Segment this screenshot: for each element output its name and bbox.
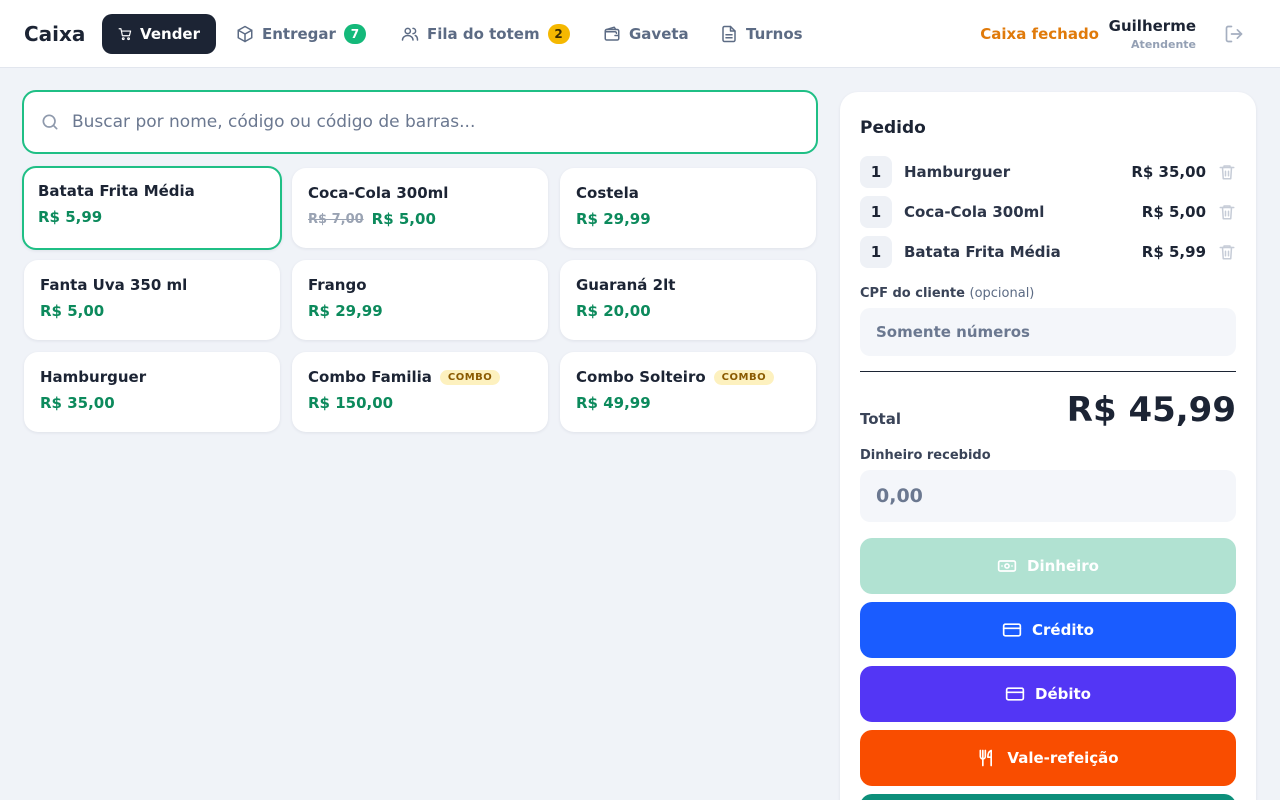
product-name: Batata Frita Média bbox=[38, 182, 195, 200]
item-price: R$ 35,00 bbox=[1131, 163, 1206, 181]
product-name-text: Combo Familia bbox=[308, 368, 432, 386]
product-price: R$ 150,00 bbox=[308, 394, 394, 412]
trash-icon[interactable] bbox=[1218, 243, 1236, 261]
product-card[interactable]: Coca-Cola 300ml R$ 7,00 R$ 5,00 bbox=[292, 168, 548, 248]
product-old-price: R$ 7,00 bbox=[308, 211, 364, 227]
cpf-optional-hint: (opcional) bbox=[969, 286, 1035, 301]
product-price: R$ 49,99 bbox=[576, 394, 651, 412]
product-name: Fanta Uva 350 ml bbox=[40, 276, 188, 294]
order-item: 1 Coca-Cola 300ml R$ 5,00 bbox=[860, 196, 1236, 228]
tab-gaveta[interactable]: Gaveta bbox=[587, 14, 705, 54]
order-title: Pedido bbox=[860, 118, 926, 138]
cutlery-icon bbox=[979, 749, 993, 767]
count-badge: 7 bbox=[343, 24, 366, 44]
product-price: R$ 5,00 bbox=[371, 210, 436, 228]
wallet-icon bbox=[604, 26, 620, 41]
count-badge: 2 bbox=[547, 24, 570, 44]
product-name: Combo Solteiro COMBO bbox=[576, 368, 800, 386]
pay-more-button[interactable] bbox=[860, 794, 1236, 800]
payment-label: Débito bbox=[1035, 685, 1091, 703]
product-price: R$ 5,99 bbox=[38, 208, 103, 226]
product-card[interactable]: Fanta Uva 350 ml R$ 5,00 bbox=[24, 260, 280, 340]
product-price: R$ 5,00 bbox=[40, 302, 105, 320]
item-price: R$ 5,00 bbox=[1141, 203, 1206, 221]
cash-icon bbox=[997, 560, 1017, 572]
cashier-status: Caixa fechado bbox=[980, 25, 1099, 43]
cpf-input[interactable] bbox=[860, 308, 1236, 356]
pay-cash-button[interactable]: Dinheiro bbox=[860, 538, 1236, 594]
product-card[interactable]: Combo Familia COMBO R$ 150,00 bbox=[292, 352, 548, 432]
total-value: R$ 45,99 bbox=[1066, 390, 1236, 430]
order-panel: Pedido 1 Hamburguer R$ 35,00 1 Coca-Cola… bbox=[840, 92, 1256, 800]
payment-label: Dinheiro bbox=[1027, 557, 1099, 575]
debit-card-icon bbox=[1005, 687, 1025, 701]
product-name: Guaraná 2lt bbox=[576, 276, 676, 294]
search-icon bbox=[42, 114, 58, 130]
product-card[interactable]: Combo Solteiro COMBO R$ 49,99 bbox=[560, 352, 816, 432]
product-price: R$ 29,99 bbox=[308, 302, 383, 320]
product-name: Costela bbox=[576, 184, 639, 202]
document-icon bbox=[722, 25, 736, 43]
pay-debit-button[interactable]: Débito bbox=[860, 666, 1236, 722]
product-name: Frango bbox=[308, 276, 367, 294]
cart-icon bbox=[118, 28, 132, 41]
combo-badge: COMBO bbox=[439, 369, 501, 385]
tab-label: Fila do totem bbox=[427, 25, 540, 43]
cash-received-input[interactable] bbox=[860, 470, 1236, 522]
product-name-text: Combo Solteiro bbox=[576, 368, 706, 386]
payment-label: Crédito bbox=[1032, 621, 1094, 639]
top-navbar: Caixa Vender Entregar 7 Fila do totem 2 … bbox=[0, 0, 1280, 68]
tab-label: Entregar bbox=[262, 25, 336, 43]
product-name: Combo Familia COMBO bbox=[308, 368, 532, 386]
user-info: Guilherme Atendente bbox=[1109, 17, 1196, 51]
search-input[interactable] bbox=[72, 112, 792, 132]
item-quantity[interactable]: 1 bbox=[860, 156, 892, 188]
user-role: Atendente bbox=[1131, 38, 1196, 51]
item-quantity[interactable]: 1 bbox=[860, 236, 892, 268]
credit-card-icon bbox=[1002, 623, 1022, 637]
payment-label: Vale-refeição bbox=[1007, 749, 1119, 767]
product-price: R$ 29,99 bbox=[576, 210, 651, 228]
cpf-label: CPF do cliente (opcional) bbox=[860, 286, 1034, 301]
product-name: Coca-Cola 300ml bbox=[308, 184, 449, 202]
tab-vender[interactable]: Vender bbox=[102, 14, 216, 54]
logout-icon[interactable] bbox=[1224, 24, 1244, 44]
tab-label: Vender bbox=[140, 25, 200, 43]
item-name: Batata Frita Média bbox=[904, 243, 1061, 261]
product-name: Hamburguer bbox=[40, 368, 147, 386]
tab-entregar[interactable]: Entregar 7 bbox=[220, 14, 382, 54]
item-quantity[interactable]: 1 bbox=[860, 196, 892, 228]
product-card[interactable]: Costela R$ 29,99 bbox=[560, 168, 816, 248]
user-name: Guilherme bbox=[1108, 17, 1196, 35]
product-card[interactable]: Hamburguer R$ 35,00 bbox=[24, 352, 280, 432]
product-price: R$ 20,00 bbox=[576, 302, 651, 320]
tab-fila-do-totem[interactable]: Fila do totem 2 bbox=[385, 14, 586, 54]
cash-received-label: Dinheiro recebido bbox=[860, 448, 991, 463]
item-name: Coca-Cola 300ml bbox=[904, 203, 1045, 221]
product-card[interactable]: Guaraná 2lt R$ 20,00 bbox=[560, 260, 816, 340]
total-label: Total bbox=[860, 410, 901, 428]
tab-label: Turnos bbox=[746, 25, 803, 43]
combo-badge: COMBO bbox=[713, 369, 775, 385]
package-icon bbox=[237, 25, 253, 43]
product-price: R$ 35,00 bbox=[40, 394, 115, 412]
users-icon bbox=[401, 27, 419, 41]
product-card[interactable]: Batata Frita Média R$ 5,99 bbox=[22, 166, 282, 250]
order-item: 1 Hamburguer R$ 35,00 bbox=[860, 156, 1236, 188]
product-card[interactable]: Frango R$ 29,99 bbox=[292, 260, 548, 340]
trash-icon[interactable] bbox=[1218, 163, 1236, 181]
product-search[interactable] bbox=[22, 90, 818, 154]
pay-credit-button[interactable]: Crédito bbox=[860, 602, 1236, 658]
cpf-label-text: CPF do cliente bbox=[860, 286, 965, 301]
tab-turnos[interactable]: Turnos bbox=[704, 14, 819, 54]
item-name: Hamburguer bbox=[904, 163, 1011, 181]
app-brand: Caixa bbox=[24, 22, 86, 46]
divider bbox=[860, 371, 1236, 372]
order-item: 1 Batata Frita Média R$ 5,99 bbox=[860, 236, 1236, 268]
tab-label: Gaveta bbox=[629, 25, 689, 43]
trash-icon[interactable] bbox=[1218, 203, 1236, 221]
item-price: R$ 5,99 bbox=[1141, 243, 1206, 261]
pay-meal-voucher-button[interactable]: Vale-refeição bbox=[860, 730, 1236, 786]
